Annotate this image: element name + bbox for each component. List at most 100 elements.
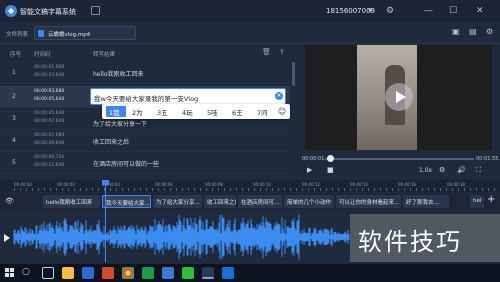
ruler-tick: [452, 188, 453, 191]
dropdown-icon[interactable]: ▾: [368, 4, 373, 18]
ime-candidate[interactable]: 5哇: [207, 107, 218, 117]
maximize-icon[interactable]: ☐: [449, 4, 457, 18]
minimize-icon[interactable]: —: [424, 4, 433, 18]
close-icon[interactable]: ✕: [476, 4, 484, 18]
ruler-tick: [422, 188, 423, 191]
ime-candidate[interactable]: 6王: [232, 107, 243, 117]
table-scrollbar[interactable]: [292, 62, 295, 86]
ruler-tick: [410, 188, 411, 191]
ruler-tick: [230, 188, 231, 191]
row-end-time[interactable]: 00:00:07,640: [34, 119, 64, 124]
export-icon[interactable]: ▤: [469, 27, 477, 36]
gear-icon[interactable]: ⚙: [386, 4, 394, 18]
stop-icon[interactable]: ■: [327, 166, 334, 174]
save-icon[interactable]: ▣: [452, 27, 460, 36]
play-small-icon[interactable]: ▶: [307, 166, 312, 174]
clear-icon[interactable]: ✕: [275, 92, 283, 100]
word-icon[interactable]: [82, 267, 94, 279]
ime-candidate[interactable]: 4玩: [182, 107, 193, 117]
ruler-tick: [188, 188, 189, 191]
ruler-tick: [470, 188, 471, 191]
subtitle-segment[interactable]: 在酒店房间可...: [238, 195, 282, 208]
title-bar: 智能文稿字幕系统 18156007009 ▾ ⚙ — ☐ ✕: [0, 0, 500, 22]
ruler-tick: [236, 188, 237, 191]
subtitle-segment[interactable]: hel: [470, 195, 484, 208]
video-progress-knob[interactable]: [327, 155, 334, 162]
video-preview[interactable]: [305, 45, 492, 150]
ime-candidate[interactable]: 7问: [257, 107, 268, 117]
file-tab[interactable]: 云蟾蟾vlog.mp4: [34, 26, 136, 40]
row-end-time[interactable]: 00:00:05,640: [34, 97, 64, 102]
subtitle-segment-active[interactable]: 我今天要给大家...: [102, 195, 151, 208]
ime-candidate[interactable]: 2为: [132, 107, 143, 117]
search-icon[interactable]: ○: [22, 267, 30, 277]
app-icon[interactable]: [222, 267, 234, 279]
row-text[interactable]: 收工回来之后: [93, 137, 129, 146]
windows-start-icon[interactable]: [5, 268, 15, 278]
ruler-tick: [56, 188, 57, 191]
delete-icon[interactable]: 🗑: [262, 48, 271, 56]
powerpoint-icon[interactable]: [102, 267, 114, 279]
ruler-tick: [164, 188, 165, 191]
watermark: 软件技巧: [350, 214, 500, 262]
ime-emoji-icon[interactable]: ☺: [275, 104, 289, 119]
ruler-tick: [494, 188, 495, 191]
table-row[interactable]: 4 00:00:07,680 00:00:09,640 收工回来之后: [0, 130, 290, 152]
subtitle-segment[interactable]: 为了给大家分享...: [153, 195, 202, 208]
volume-icon[interactable]: 🔊: [457, 166, 466, 174]
ruler-tick: [128, 188, 129, 191]
excel-icon[interactable]: [142, 267, 154, 279]
subtitle-segment[interactable]: 收工回来之后: [204, 195, 236, 208]
ruler-tick: [446, 188, 447, 191]
edit-icon[interactable]: [91, 6, 100, 15]
task-view-icon[interactable]: [42, 267, 54, 279]
row-end-time[interactable]: 00:00:09,640: [34, 141, 64, 146]
file-explorer-icon[interactable]: [62, 267, 74, 279]
subtitle-segment[interactable]: hello我刚收工回来: [43, 195, 100, 208]
wechat-icon[interactable]: [182, 267, 194, 279]
row-start-time[interactable]: 00:00:05,640: [34, 111, 64, 116]
upload-icon[interactable]: ⇪: [279, 48, 285, 56]
add-icon[interactable]: +: [487, 194, 495, 205]
playhead[interactable]: [105, 180, 106, 262]
row-start-time[interactable]: 00:00:03,680: [34, 89, 64, 94]
row-text-input[interactable]: 我w今天要给大家录我的第一支Vlog: [90, 88, 286, 105]
ruler-tick: [176, 188, 177, 191]
ruler-tick: [92, 188, 93, 191]
ruler-tick: [32, 188, 33, 191]
subtitle-segment[interactable]: 简单的几个小动作: [284, 195, 334, 208]
chrome-icon[interactable]: [122, 267, 134, 279]
row-end-time[interactable]: 00:00:11,640: [34, 163, 64, 168]
row-start-time[interactable]: 00:00:01,000: [34, 65, 64, 70]
row-text[interactable]: 在酒店房间可以做的一些: [93, 159, 159, 168]
row-start-time[interactable]: 00:00:09,720: [34, 155, 64, 160]
video-progress-bar[interactable]: [325, 158, 474, 160]
fullscreen-icon[interactable]: ⛶: [476, 166, 481, 175]
app-icon[interactable]: [162, 267, 174, 279]
row-index: 1: [12, 69, 16, 76]
row-text[interactable]: 我w今天要给大家录我的第一支Vlog: [94, 93, 198, 103]
header-result: 转写结果: [93, 52, 116, 58]
subtitle-segment[interactable]: 可以让你的身材看起来...: [336, 195, 401, 208]
row-end-time[interactable]: 00:00:03,640: [34, 73, 64, 78]
ruler-tick: [284, 188, 285, 191]
subtitle-segment[interactable]: 好了那我去...: [403, 195, 449, 208]
table-row[interactable]: 1 00:00:01,000 00:00:03,640 hello我刚收工回来: [0, 62, 290, 84]
eye-icon[interactable]: 👁: [5, 197, 14, 205]
gear-icon[interactable]: ⚙: [439, 166, 445, 174]
table-row[interactable]: 5 00:00:09,720 00:00:11,640 在酒店房间可以做的一些: [0, 152, 290, 174]
ime-candidate[interactable]: 3五: [157, 107, 168, 117]
ime-candidate-selected[interactable]: 1我: [106, 106, 126, 117]
play-icon[interactable]: [385, 83, 413, 111]
ruler-tick: [200, 188, 201, 191]
settings-icon[interactable]: ⚙: [486, 27, 493, 36]
timeline-ruler[interactable]: 00:00:00 00:00:02 00:00:04 00:00:06 00:0…: [0, 180, 500, 192]
ruler-tick: [350, 188, 351, 191]
subtitle-app-taskbar-icon[interactable]: [202, 267, 214, 279]
playhead-handle[interactable]: [102, 180, 109, 185]
ruler-tick: [152, 188, 153, 191]
row-start-time[interactable]: 00:00:07,680: [34, 133, 64, 138]
row-text[interactable]: hello我刚收工回来: [93, 69, 144, 78]
row-text[interactable]: 为了给大家分享一下: [93, 119, 147, 128]
speed-selector[interactable]: 1.0x: [419, 167, 432, 174]
